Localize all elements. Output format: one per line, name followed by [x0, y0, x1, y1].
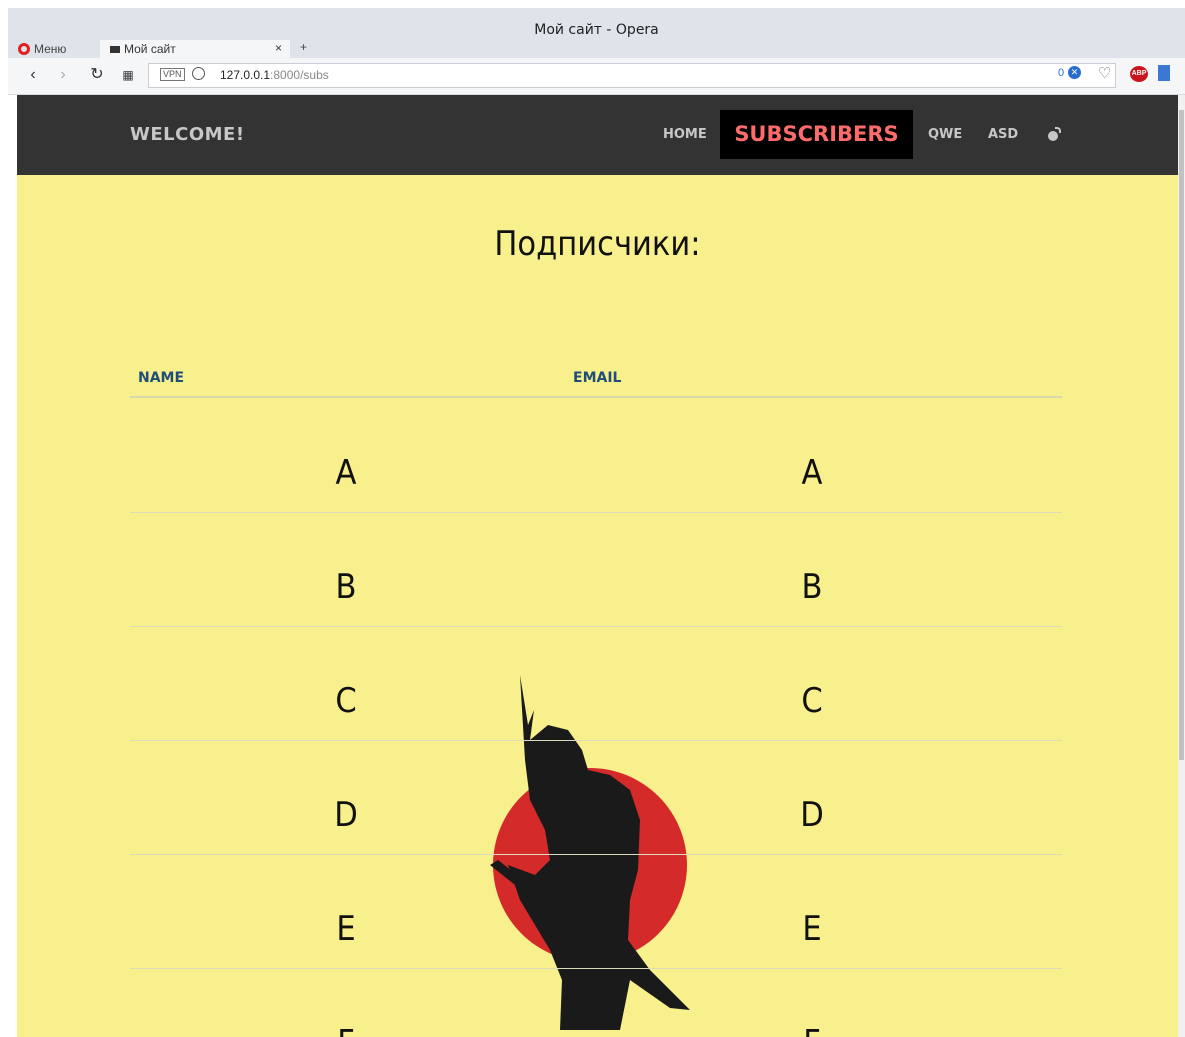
browser-tab[interactable]: Мой сайт × — [100, 40, 290, 58]
table-row: A A — [130, 398, 1062, 513]
cell-name: E — [336, 909, 356, 949]
url-text[interactable]: 127.0.0.1:8000/subs — [220, 68, 329, 82]
forward-icon[interactable]: › — [54, 66, 72, 84]
adblock-icon[interactable]: ✕ — [1068, 66, 1081, 79]
table-row: E E — [130, 854, 1062, 969]
page-title: Подписчики: — [494, 224, 701, 264]
url-host: 127.0.0.1 — [220, 68, 271, 82]
vpn-badge[interactable]: VPN — [160, 68, 185, 81]
cell-name: B — [335, 567, 357, 607]
table-row: D D — [130, 740, 1062, 855]
menu-label: Меню — [34, 42, 67, 56]
table-row: F F — [130, 968, 1062, 1037]
nav-home[interactable]: HOME — [663, 127, 707, 142]
abp-extension-icon[interactable]: ABP — [1130, 66, 1148, 82]
cell-name: A — [335, 453, 357, 493]
cell-email: D — [800, 795, 824, 835]
window-title: Мой сайт - Opera — [534, 22, 659, 38]
adblock-count: 0 — [1058, 67, 1065, 79]
header-name: NAME — [138, 370, 185, 386]
page-content: WELCOME! HOME SUBSCRIBERS QWE ASD Подпис… — [17, 95, 1178, 1037]
reload-icon[interactable]: ↻ — [88, 66, 106, 84]
cell-email: C — [801, 681, 823, 721]
table-row: B B — [130, 512, 1062, 627]
site-brand[interactable]: WELCOME! — [130, 124, 245, 145]
cell-name: D — [334, 795, 358, 835]
browser-navbar: ‹ › ↻ ▦ VPN 127.0.0.1:8000/subs 0 ✕ ♡ AB… — [8, 58, 1185, 95]
tab-close-icon[interactable]: × — [275, 41, 282, 55]
site-header: WELCOME! HOME SUBSCRIBERS QWE ASD — [17, 95, 1178, 175]
bookmark-heart-icon[interactable]: ♡ — [1098, 64, 1111, 82]
bomb-icon[interactable] — [1048, 127, 1061, 141]
cell-email: E — [802, 909, 822, 949]
speed-dial-icon[interactable]: ▦ — [119, 66, 137, 84]
url-path: :8000/subs — [270, 68, 329, 82]
cell-email: B — [801, 567, 823, 607]
nav-asd[interactable]: ASD — [988, 127, 1018, 142]
nav-subscribers[interactable]: SUBSCRIBERS — [720, 110, 913, 159]
cell-email: F — [762, 1023, 862, 1037]
window-titlebar: Мой сайт - Opera Меню Мой сайт × + — [8, 8, 1185, 58]
new-tab-button[interactable]: + — [300, 40, 307, 54]
tab-title: Мой сайт — [124, 42, 176, 56]
translate-extension-icon[interactable] — [1158, 65, 1170, 81]
opera-menu-button[interactable]: Меню — [18, 40, 66, 58]
nav-qwe[interactable]: QWE — [928, 127, 962, 142]
cell-name: C — [335, 681, 357, 721]
cell-name: F — [296, 1023, 396, 1037]
globe-icon — [192, 67, 205, 80]
favicon-icon — [110, 45, 120, 53]
back-icon[interactable]: ‹ — [24, 66, 42, 84]
table-row: C C — [130, 626, 1062, 741]
scrollbar-thumb[interactable] — [1179, 110, 1184, 760]
header-email: EMAIL — [573, 370, 622, 386]
cell-email: A — [801, 453, 823, 493]
opera-logo-icon — [18, 43, 30, 55]
